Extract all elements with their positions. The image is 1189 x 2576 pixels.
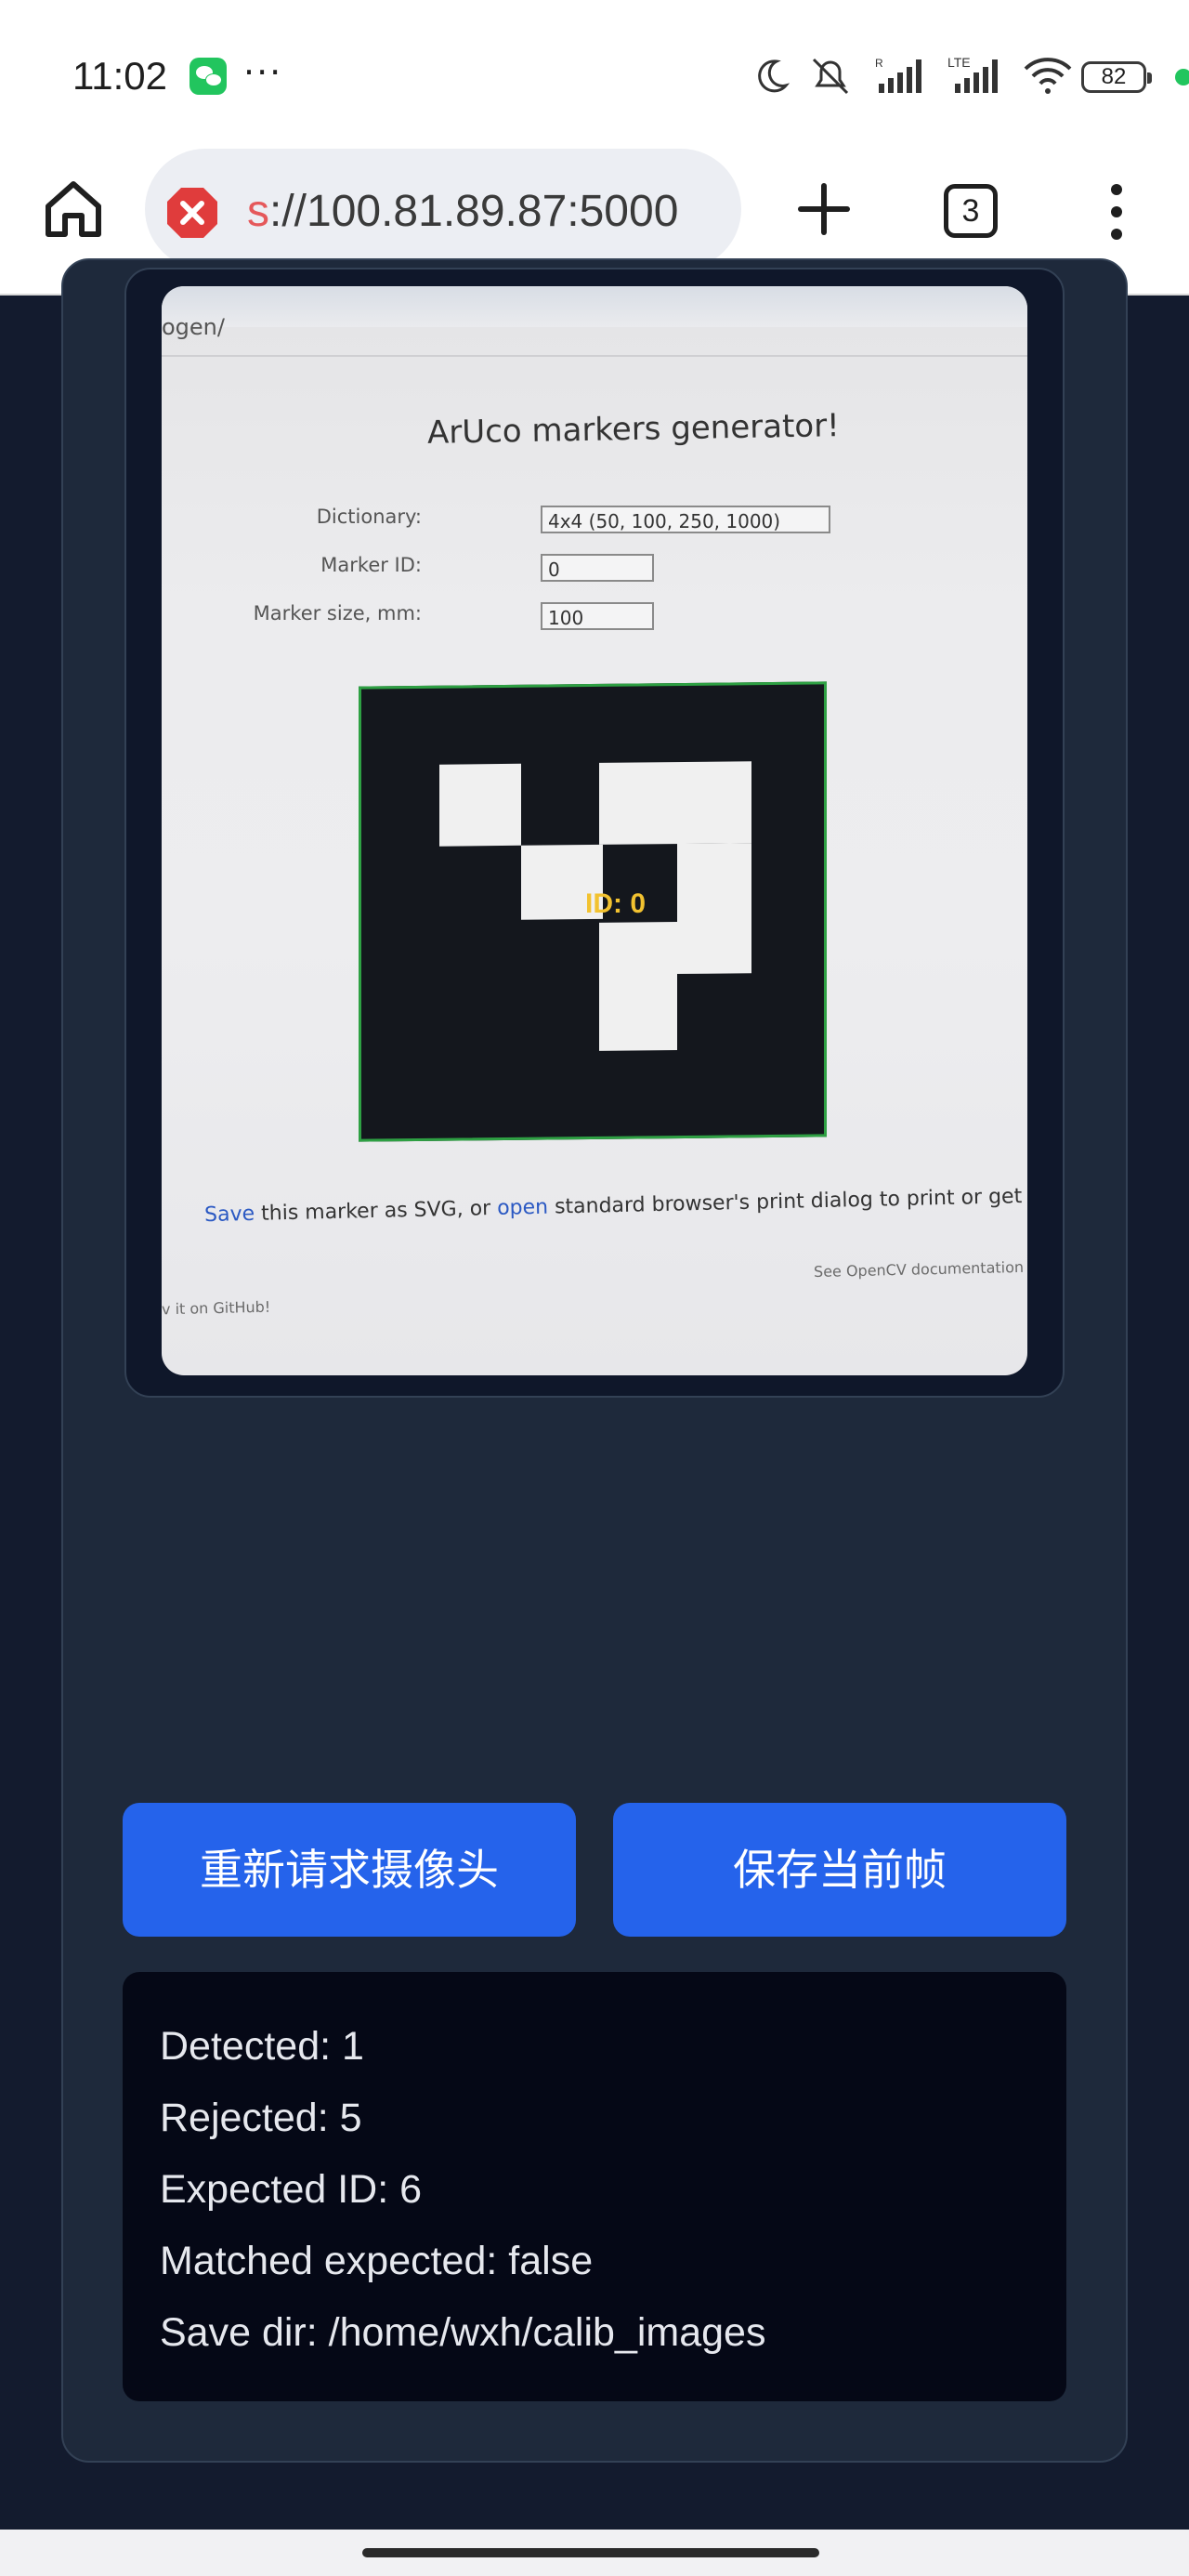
camera-feed: ogen/ ArUco markers generator! Dictionar… — [162, 286, 1027, 1375]
page-content: ogen/ ArUco markers generator! Dictionar… — [0, 258, 1189, 2526]
detected-id-label: ID: 0 — [585, 888, 647, 919]
lte-signal-icon: LTE — [947, 55, 998, 93]
gesture-handle[interactable] — [362, 2548, 819, 2557]
battery-icon: 82 — [1081, 61, 1152, 93]
marker-cell — [599, 922, 677, 1051]
status-bar: 11:02 ··· R LTE 82 — [0, 0, 1189, 139]
moon-icon — [758, 59, 790, 93]
url-scheme: s — [247, 187, 269, 236]
feed-save-text: Save this marker as SVG, or open standar… — [204, 1183, 1027, 1227]
new-tab-icon[interactable] — [791, 177, 856, 242]
privacy-indicator — [1175, 69, 1189, 85]
detection-info-panel: Detected: 1 Rejected: 5 Expected ID: 6 M… — [123, 1972, 1066, 2401]
feed-save-end: standard browser's print dialog to print… — [554, 1183, 1027, 1219]
matched-expected: Matched expected: false — [160, 2239, 594, 2283]
feed-github-text: v it on GitHub! — [162, 1297, 271, 1319]
not-secure-icon[interactable] — [165, 186, 219, 240]
feed-dictionary-select: 4x4 (50, 100, 250, 1000) — [541, 506, 830, 533]
detected-count: Detected: 1 — [160, 2024, 364, 2069]
feed-divider — [162, 355, 1027, 357]
feed-page-title: ArUco markers generator! — [426, 407, 841, 452]
svg-text:R: R — [875, 57, 883, 70]
feed-dictionary-label: Dictionary: — [316, 506, 422, 528]
feed-marker-size-label: Marker size, mm: — [253, 602, 422, 624]
tab-switcher-button[interactable]: 3 — [944, 184, 998, 238]
marker-cell — [599, 761, 751, 845]
save-frame-button[interactable]: 保存当前帧 — [613, 1803, 1066, 1937]
mute-icon — [812, 58, 849, 95]
feed-marker-id-label: Marker ID: — [320, 554, 422, 576]
save-directory: Save dir: /home/wxh/calib_images — [160, 2310, 766, 2355]
url-host: ://100.81.89.87:5000 — [269, 187, 679, 236]
feed-url-path: ogen/ — [162, 314, 225, 340]
more-menu-icon[interactable] — [1094, 177, 1139, 247]
rejected-count: Rejected: 5 — [160, 2096, 362, 2140]
address-bar[interactable]: s://100.81.89.87:5000 — [145, 149, 741, 269]
feed-docs-text: See OpenCV documentation to le — [813, 1257, 1027, 1281]
retry-camera-button[interactable]: 重新请求摄像头 — [123, 1803, 576, 1937]
signal-icon: R — [875, 57, 921, 93]
system-nav-bar — [0, 2530, 1189, 2576]
home-icon[interactable] — [41, 177, 106, 242]
expected-id: Expected ID: 6 — [160, 2167, 423, 2212]
marker-cell — [439, 763, 521, 847]
feed-marker-size-input: 100 — [541, 602, 654, 630]
feed-save-mid: this marker as SVG, or — [254, 1196, 498, 1226]
url-text[interactable]: s://100.81.89.87:5000 — [247, 186, 678, 237]
svg-text:LTE: LTE — [947, 55, 971, 70]
marker-cell — [677, 843, 751, 975]
status-time: 11:02 — [72, 54, 167, 98]
status-more: ··· — [243, 52, 283, 93]
feed-marker-id-input: 0 — [541, 554, 654, 582]
wifi-icon — [1024, 58, 1072, 94]
feed-browser-strip — [162, 286, 1027, 327]
wechat-icon — [189, 58, 227, 95]
feed-open-link: open — [496, 1195, 549, 1220]
feed-save-link: Save — [203, 1202, 255, 1228]
